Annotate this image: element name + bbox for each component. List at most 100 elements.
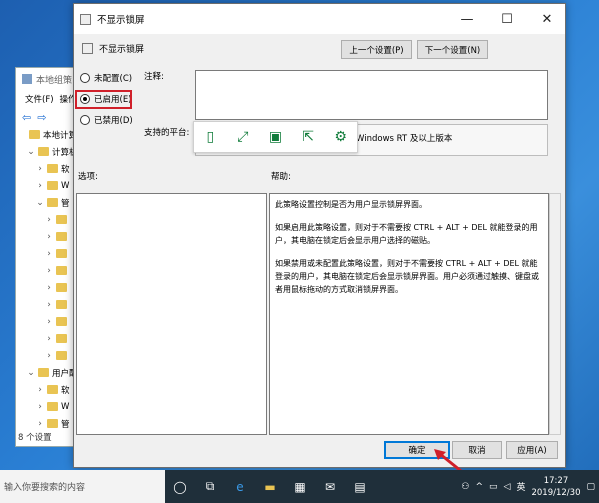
people-icon[interactable]: ⚇ <box>461 482 469 492</box>
dialog-titlebar: 不显示锁屏 — ☐ ✕ <box>74 4 565 34</box>
chevron-right-icon[interactable]: › <box>45 351 53 361</box>
cortana-icon[interactable]: ◯ <box>165 470 195 503</box>
prev-setting-button[interactable]: 上一个设置(P) <box>341 40 412 59</box>
chevron-right-icon[interactable]: › <box>36 181 44 191</box>
chevron-right-icon[interactable]: › <box>45 334 53 344</box>
policy-app-icon <box>22 74 32 84</box>
chevron-down-icon[interactable]: ⌄ <box>27 368 35 378</box>
system-tray: ⚇ ^ ▭ ◁ 英 17:27 2019/12/30 ▢ <box>461 470 595 503</box>
platform-value: Windows RT 及以上版本 <box>356 134 453 144</box>
share-icon[interactable]: ⇱ <box>298 127 318 147</box>
edge-icon[interactable]: e <box>225 470 255 503</box>
highlight-box <box>75 90 132 109</box>
back-arrow-icon[interactable]: ⇦ <box>22 111 31 124</box>
help-pane: 此策略设置控制是否为用户显示锁屏界面。 如果启用此策略设置，则对于不需要按 CT… <box>269 193 549 435</box>
chevron-right-icon[interactable]: › <box>45 266 53 276</box>
chevron-right-icon[interactable]: › <box>45 300 53 310</box>
radio-circle-icon <box>80 115 90 125</box>
settings-gear-icon[interactable]: ⚙ <box>331 127 351 147</box>
task-view-icon[interactable]: ⧉ <box>195 470 225 503</box>
folder-icon <box>29 130 40 139</box>
folder-icon <box>56 283 67 292</box>
tree-item-label: 本地计算 <box>43 130 78 141</box>
file-explorer-icon[interactable]: ▬ <box>255 470 285 503</box>
folder-icon <box>56 300 67 309</box>
tree-item-label: W <box>61 180 70 191</box>
options-label: 选项: <box>78 172 98 182</box>
apply-button[interactable]: 应用(A) <box>506 441 558 459</box>
folder-icon <box>38 147 49 156</box>
taskbar-search-box[interactable]: 输入你要搜索的内容 <box>0 470 165 503</box>
search-placeholder: 输入你要搜索的内容 <box>4 483 86 493</box>
setting-header: 不显示锁屏 <box>74 34 565 62</box>
options-pane <box>76 193 267 435</box>
help-scrollbar[interactable] <box>549 193 561 435</box>
policy-dialog: 不显示锁屏 — ☐ ✕ 不显示锁屏 上一个设置(P) 下一个设置(N) 未配置(… <box>73 3 566 468</box>
chevron-right-icon[interactable]: › <box>45 215 53 225</box>
volume-icon[interactable]: ◁ <box>504 482 511 492</box>
setting-icon <box>82 42 93 54</box>
maximize-button[interactable]: ☐ <box>487 4 527 34</box>
chevron-right-icon[interactable]: › <box>36 164 44 174</box>
chevron-right-icon[interactable]: › <box>36 385 44 395</box>
floating-toolbar: ▯ ⤢ ▣ ⇱ ⚙ <box>193 121 358 153</box>
network-icon[interactable]: ▭ <box>489 482 498 492</box>
comment-label: 注释: <box>144 72 164 82</box>
tree-item-label: 软 <box>61 164 70 175</box>
folder-icon <box>56 317 67 326</box>
tree-item-label: 管 <box>61 419 70 430</box>
next-setting-button[interactable]: 下一个设置(N) <box>417 40 488 59</box>
input-language[interactable]: 英 <box>516 480 525 493</box>
save-icon[interactable]: ▣ <box>265 127 285 147</box>
help-label: 帮助: <box>271 172 291 182</box>
chevron-up-icon[interactable]: ^ <box>475 482 483 492</box>
dialog-title: 不显示锁屏 <box>97 15 145 26</box>
folder-icon <box>47 198 58 207</box>
menu-file[interactable]: 文件(F) <box>25 93 54 105</box>
policy-icon <box>80 13 91 25</box>
chevron-down-icon[interactable]: ⌄ <box>36 198 44 208</box>
group-policy-taskbar-icon[interactable]: ▤ <box>345 470 375 503</box>
chevron-down-icon[interactable]: ⌄ <box>27 147 35 157</box>
chevron-right-icon[interactable]: › <box>45 283 53 293</box>
help-paragraph: 此策略设置控制是否为用户显示锁屏界面。 <box>275 200 427 209</box>
clock[interactable]: 17:27 2019/12/30 <box>531 475 580 499</box>
mail-icon[interactable]: ✉ <box>315 470 345 503</box>
folder-icon <box>56 351 67 360</box>
store-icon[interactable]: ▦ <box>285 470 315 503</box>
comment-textarea[interactable] <box>195 70 548 120</box>
bg-status-bar: 8 个设置 <box>18 433 52 443</box>
tree-item-label: 软 <box>61 385 70 396</box>
chevron-right-icon[interactable]: › <box>45 317 53 327</box>
radio-label: 未配置(C) <box>94 74 133 84</box>
folder-icon <box>47 385 58 394</box>
phone-icon[interactable]: ▯ <box>200 127 220 147</box>
folder-icon <box>56 249 67 258</box>
chevron-right-icon[interactable]: › <box>36 419 44 429</box>
chevron-right-icon[interactable]: › <box>45 249 53 259</box>
tree-item-label: W <box>61 401 70 412</box>
folder-icon <box>56 232 67 241</box>
radio-disabled[interactable]: 已禁用(D) <box>80 114 133 126</box>
clock-date: 2019/12/30 <box>531 487 581 498</box>
setting-name: 不显示锁屏 <box>99 44 145 55</box>
help-paragraph: 如果启用此策略设置，则对于不需要按 CTRL + ALT + DEL 就能登录的… <box>275 223 538 245</box>
radio-label: 已禁用(D) <box>94 116 133 126</box>
folder-icon <box>47 164 58 173</box>
radio-circle-icon <box>80 73 90 83</box>
clock-time: 17:27 <box>543 475 569 486</box>
radio-not-configured[interactable]: 未配置(C) <box>80 72 132 84</box>
notification-icon[interactable]: ▢ <box>586 482 595 492</box>
platform-label: 支持的平台: <box>144 128 190 138</box>
tree-item-label: 管 <box>61 198 70 209</box>
close-button[interactable]: ✕ <box>527 4 567 34</box>
minimize-button[interactable]: — <box>447 4 487 34</box>
folder-icon <box>47 402 58 411</box>
taskbar: 输入你要搜索的内容 ◯ ⧉ e ▬ ▦ ✉ ▤ ⚇ ^ ▭ ◁ 英 17:27 2… <box>0 470 599 503</box>
expand-icon[interactable]: ⤢ <box>233 127 253 147</box>
folder-icon <box>56 334 67 343</box>
folder-icon <box>47 419 58 428</box>
forward-arrow-icon[interactable]: ⇨ <box>37 111 46 124</box>
chevron-right-icon[interactable]: › <box>45 232 53 242</box>
chevron-right-icon[interactable]: › <box>36 402 44 412</box>
